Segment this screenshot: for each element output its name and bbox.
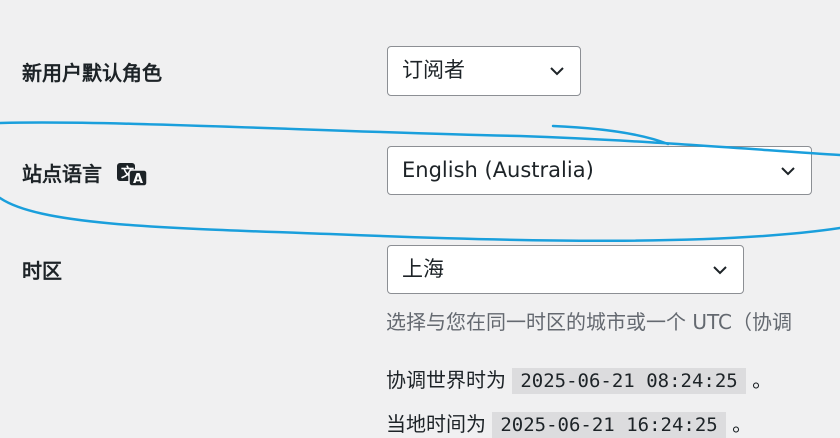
site-language-select[interactable]: English (Australia) xyxy=(387,146,812,195)
site-language-value: English (Australia) xyxy=(402,158,594,182)
utc-time-value: 2025-06-21 08:24:25 xyxy=(512,368,746,394)
timezone-description: 选择与您在同一时区的城市或一个 UTC（协调 xyxy=(386,310,793,334)
local-time-suffix: 。 xyxy=(732,412,753,436)
site-language-label: 站点语言 文 A xyxy=(22,160,149,187)
svg-text:A: A xyxy=(133,172,143,186)
timezone-label: 时区 xyxy=(22,259,62,283)
chevron-down-icon xyxy=(713,266,727,275)
timezone-value: 上海 xyxy=(402,257,444,281)
site-language-label-text: 站点语言 xyxy=(22,162,102,186)
utc-time-suffix: 。 xyxy=(752,368,773,392)
utc-time-line: 协调世界时为 2025-06-21 08:24:25 。 xyxy=(386,364,773,394)
translation-icon: 文 A xyxy=(116,163,148,187)
utc-time-prefix: 协调世界时为 xyxy=(386,368,506,392)
timezone-select[interactable]: 上海 xyxy=(387,245,744,294)
default-role-label: 新用户默认角色 xyxy=(22,61,162,85)
default-role-select[interactable]: 订阅者 xyxy=(387,46,581,96)
default-role-value: 订阅者 xyxy=(402,58,465,82)
local-time-prefix: 当地时间为 xyxy=(386,412,486,436)
chevron-down-icon xyxy=(550,67,564,76)
local-time-value: 2025-06-21 16:24:25 xyxy=(492,412,726,438)
local-time-line: 当地时间为 2025-06-21 16:24:25 。 xyxy=(386,408,753,438)
chevron-down-icon xyxy=(781,167,795,176)
